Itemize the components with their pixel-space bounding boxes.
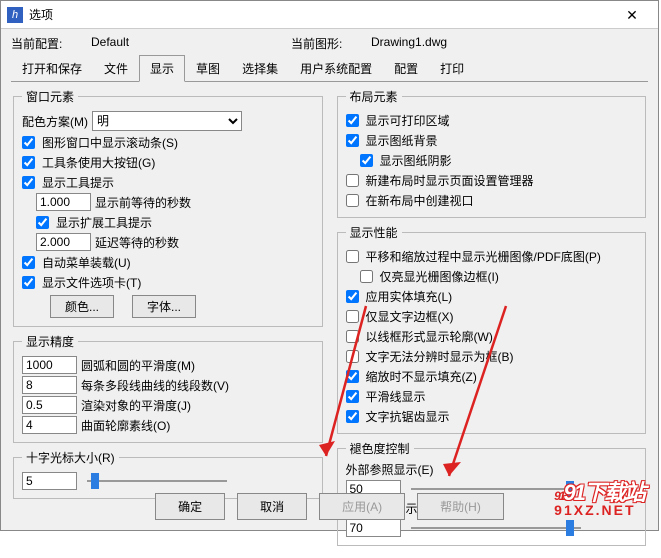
display-precision-group: 显示精度 圆弧和圆的平滑度(M) 每条多段线曲线的线段数(V) 渲染对象的平滑度… xyxy=(13,333,323,443)
ok-button[interactable]: 确定 xyxy=(155,493,225,520)
cb-text-as-box[interactable] xyxy=(346,350,359,363)
color-button[interactable]: 颜色... xyxy=(50,295,114,318)
tooltip-delay-label: 显示前等待的秒数 xyxy=(95,194,191,211)
tab-bar: 打开和保存 文件 显示 草图 选择集 用户系统配置 配置 打印 xyxy=(11,54,648,82)
current-config-value: Default xyxy=(91,35,291,52)
window-elements-legend: 窗口元素 xyxy=(22,88,78,105)
tab-display[interactable]: 显示 xyxy=(139,55,185,82)
cb-wireframe-silhouette[interactable] xyxy=(346,330,359,343)
cb-paper-bg[interactable] xyxy=(346,134,359,147)
surface-lines-label: 曲面轮廓素线(O) xyxy=(81,417,170,434)
cb-new-layout-pagesetup-label: 新建布局时显示页面设置管理器 xyxy=(366,172,534,189)
cb-no-fill-on-zoom[interactable] xyxy=(346,370,359,383)
cb-text-as-box-label: 文字无法分辨时显示为框(B) xyxy=(366,348,514,365)
surface-lines-input[interactable] xyxy=(22,416,77,434)
cb-no-fill-on-zoom-label: 缩放时不显示填充(Z) xyxy=(366,368,477,385)
cb-new-layout-pagesetup[interactable] xyxy=(346,174,359,187)
cb-highlight-raster-border-label: 仅亮显光栅图像边框(I) xyxy=(380,268,499,285)
tab-sketch[interactable]: 草图 xyxy=(185,55,231,82)
render-smooth-input[interactable] xyxy=(22,396,77,414)
tab-print[interactable]: 打印 xyxy=(429,55,475,82)
fade-control-legend: 褪色度控制 xyxy=(346,440,414,457)
cb-printable-area[interactable] xyxy=(346,114,359,127)
layout-elements-legend: 布局元素 xyxy=(346,88,402,105)
tab-open-save[interactable]: 打开和保存 xyxy=(11,55,93,82)
tab-file[interactable]: 文件 xyxy=(93,55,139,82)
layout-elements-group: 布局元素 显示可打印区域 显示图纸背景 显示图纸阴影 新建布局时显示页面设置管理… xyxy=(337,88,647,218)
ext-tooltip-delay-label: 延迟等待的秒数 xyxy=(95,234,179,251)
display-precision-legend: 显示精度 xyxy=(22,333,78,350)
cb-wireframe-silhouette-label: 以线框形式显示轮廓(W) xyxy=(366,328,493,345)
cb-file-tabs[interactable] xyxy=(22,276,35,289)
color-scheme-label: 配色方案(M) xyxy=(22,113,88,130)
crosshair-legend: 十字光标大小(R) xyxy=(22,449,119,466)
cb-text-antialias-label: 文字抗锯齿显示 xyxy=(366,408,450,425)
window-elements-group: 窗口元素 配色方案(M) 明 图形窗口中显示滚动条(S) 工具条使用大按钮(G)… xyxy=(13,88,323,327)
cb-raster-panzoom[interactable] xyxy=(346,250,359,263)
close-button[interactable]: ✕ xyxy=(612,3,652,27)
cb-smooth-line-label: 平滑线显示 xyxy=(366,388,426,405)
cb-scrollbars-label: 图形窗口中显示滚动条(S) xyxy=(42,134,178,151)
current-config-label: 当前配置: xyxy=(11,35,91,52)
cb-text-border-only-label: 仅显文字边框(X) xyxy=(366,308,454,325)
cb-ext-tooltips-label: 显示扩展工具提示 xyxy=(56,214,152,231)
cb-text-border-only[interactable] xyxy=(346,310,359,323)
cb-solid-fill[interactable] xyxy=(346,290,359,303)
render-smooth-label: 渲染对象的平滑度(J) xyxy=(81,397,191,414)
current-drawing-label: 当前图形: xyxy=(291,35,371,52)
xref-fade-label: 外部参照显示(E) xyxy=(346,461,638,478)
inplace-edit-input[interactable] xyxy=(346,519,401,537)
cb-file-tabs-label: 显示文件选项卡(T) xyxy=(42,274,141,291)
cb-create-viewport-label: 在新布局中创建视口 xyxy=(366,192,474,209)
arc-smooth-input[interactable] xyxy=(22,356,77,374)
color-scheme-select[interactable]: 明 xyxy=(92,111,242,131)
cb-tooltips-label: 显示工具提示 xyxy=(42,174,114,191)
crosshair-size-input[interactable] xyxy=(22,472,77,490)
cb-solid-fill-label: 应用实体填充(L) xyxy=(366,288,453,305)
current-drawing-value: Drawing1.dwg xyxy=(371,35,571,52)
ext-tooltip-delay-input[interactable] xyxy=(36,233,91,251)
cb-ext-tooltips[interactable] xyxy=(36,216,49,229)
cb-auto-menu-label: 自动菜单装载(U) xyxy=(42,254,131,271)
cb-auto-menu[interactable] xyxy=(22,256,35,269)
crosshair-group: 十字光标大小(R) xyxy=(13,449,323,499)
cb-paper-shadow-label: 显示图纸阴影 xyxy=(380,152,452,169)
cancel-button[interactable]: 取消 xyxy=(237,493,307,520)
apply-button[interactable]: 应用(A) xyxy=(319,493,405,520)
cb-paper-shadow[interactable] xyxy=(360,154,373,167)
font-button[interactable]: 字体... xyxy=(132,295,196,318)
arc-smooth-label: 圆弧和圆的平滑度(M) xyxy=(81,357,195,374)
cb-text-antialias[interactable] xyxy=(346,410,359,423)
cb-tooltips[interactable] xyxy=(22,176,35,189)
display-performance-group: 显示性能 平移和缩放过程中显示光栅图像/PDF底图(P) 仅亮显光栅图像边框(I… xyxy=(337,224,647,434)
inplace-edit-slider[interactable] xyxy=(411,520,581,536)
tooltip-delay-input[interactable] xyxy=(36,193,91,211)
tab-user-sys[interactable]: 用户系统配置 xyxy=(289,55,383,82)
display-performance-legend: 显示性能 xyxy=(346,224,402,241)
help-button[interactable]: 帮助(H) xyxy=(417,493,504,520)
window-title: 选项 xyxy=(29,6,612,23)
cb-raster-panzoom-label: 平移和缩放过程中显示光栅图像/PDF底图(P) xyxy=(366,248,601,265)
crosshair-slider[interactable] xyxy=(87,473,227,489)
polyline-segs-label: 每条多段线曲线的线段数(V) xyxy=(81,377,229,394)
cb-big-buttons[interactable] xyxy=(22,156,35,169)
cb-highlight-raster-border[interactable] xyxy=(360,270,373,283)
app-icon: h xyxy=(7,7,23,23)
tab-config[interactable]: 配置 xyxy=(383,55,429,82)
cb-paper-bg-label: 显示图纸背景 xyxy=(366,132,438,149)
cb-create-viewport[interactable] xyxy=(346,194,359,207)
polyline-segs-input[interactable] xyxy=(22,376,77,394)
cb-printable-area-label: 显示可打印区域 xyxy=(366,112,450,129)
tab-selection[interactable]: 选择集 xyxy=(231,55,289,82)
cb-big-buttons-label: 工具条使用大按钮(G) xyxy=(42,154,155,171)
cb-scrollbars[interactable] xyxy=(22,136,35,149)
cb-smooth-line[interactable] xyxy=(346,390,359,403)
